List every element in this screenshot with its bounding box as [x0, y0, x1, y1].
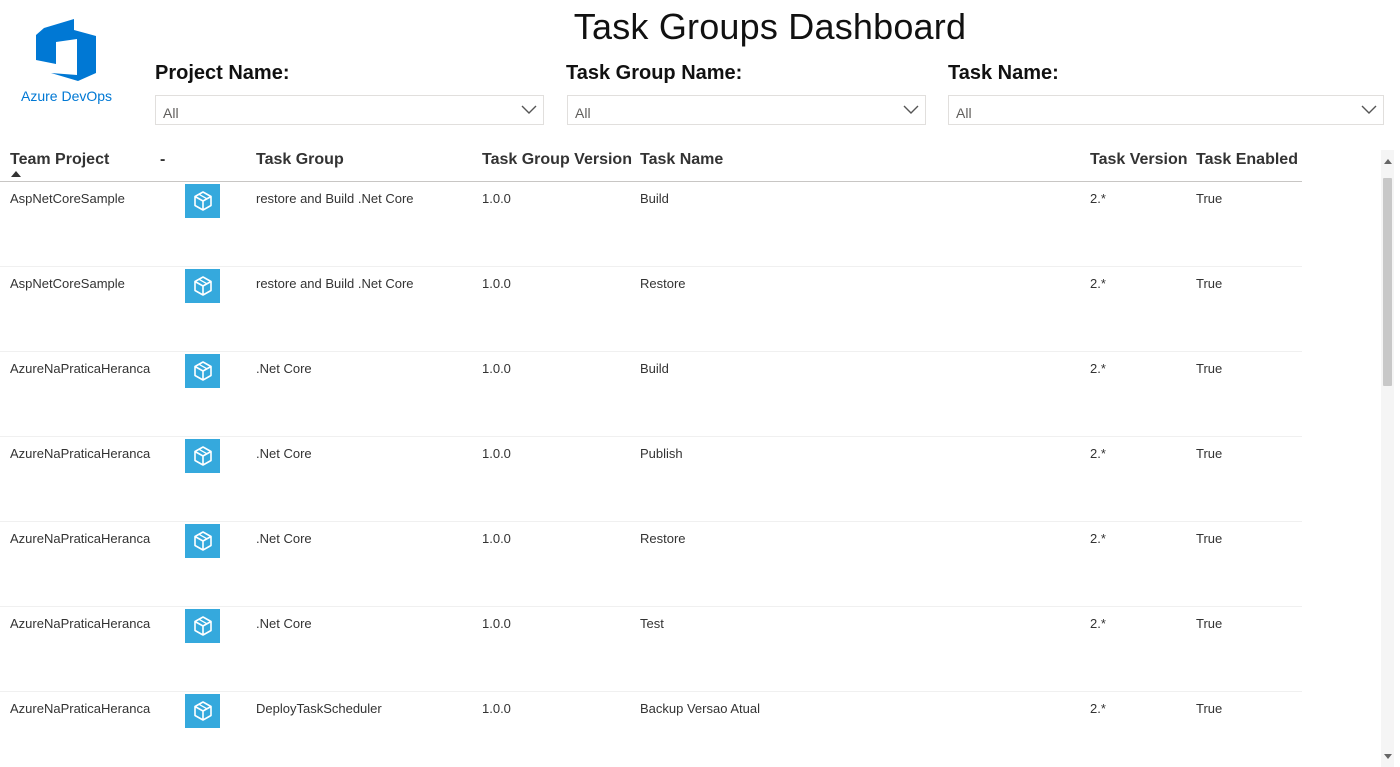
column-header-task-group-version[interactable]: Task Group Version [482, 151, 632, 169]
cell-task-version: 2.* [1090, 446, 1106, 461]
dashboard: Azure DevOps Task Groups Dashboard Proje… [0, 0, 1400, 767]
table-row[interactable]: AspNetCoreSample restore and Build .Net C… [0, 267, 1302, 352]
task-group-cube-icon [185, 694, 220, 728]
task-name-value: All [956, 105, 972, 121]
cell-task-enabled: True [1196, 701, 1223, 716]
sort-ascending-icon [11, 171, 21, 177]
column-header-task-version[interactable]: Task Version [1090, 151, 1188, 169]
task-name-label: Task Name: [948, 62, 1059, 84]
table-row[interactable]: AzureNaPraticaHeranca .Net Core 1.0.0 Resto… [0, 522, 1302, 607]
column-header-task-name[interactable]: Task Name [640, 151, 723, 169]
cell-task-group-version: 1.0.0 [482, 276, 511, 291]
project-name-label: Project Name: [155, 62, 290, 84]
task-group-name-value: All [575, 105, 591, 121]
cell-task-version: 2.* [1090, 361, 1106, 376]
cell-task-group: .Net Core [256, 616, 312, 631]
table-row[interactable]: AspNetCoreSample restore and Build .Net C… [0, 182, 1302, 267]
cell-task-name: Publish [640, 446, 683, 461]
azure-devops-logo: Azure DevOps [18, 16, 124, 108]
scroll-thumb[interactable] [1383, 178, 1392, 386]
chevron-down-icon [1361, 105, 1377, 114]
cell-team-project: AzureNaPraticaHeranca [10, 446, 151, 461]
task-group-cube-icon [185, 269, 220, 303]
column-header-task-enabled[interactable]: Task Enabled [1196, 151, 1298, 169]
scroll-up-icon[interactable] [1384, 159, 1392, 164]
cell-task-enabled: True [1196, 616, 1223, 631]
cell-task-name: Backup Versao Atual [640, 701, 760, 716]
cell-team-project: AzureNaPraticaHeranca [10, 531, 151, 546]
task-group-name-dropdown[interactable]: All [567, 95, 926, 125]
table-row[interactable]: AzureNaPraticaHeranca DeployTaskScheduler… [0, 692, 1302, 767]
cell-task-enabled: True [1196, 531, 1223, 546]
table-body: AspNetCoreSample restore and Build .Net C… [0, 182, 1302, 767]
task-group-cube-icon [185, 184, 220, 218]
cell-team-project: AzureNaPraticaHeranca [10, 616, 151, 631]
cell-task-group: .Net Core [256, 531, 312, 546]
vertical-scrollbar[interactable] [1381, 150, 1394, 767]
cell-task-name: Restore [640, 276, 686, 291]
chevron-down-icon [521, 105, 537, 114]
task-group-cube-icon [185, 609, 220, 643]
cell-task-name: Test [640, 616, 664, 631]
project-name-dropdown[interactable]: All [155, 95, 544, 125]
azure-devops-logo-icon [36, 19, 96, 81]
table-row[interactable]: AzureNaPraticaHeranca .Net Core 1.0.0 Build… [0, 352, 1302, 437]
scroll-down-icon[interactable] [1384, 754, 1392, 759]
project-name-value: All [163, 105, 179, 121]
cell-task-group-version: 1.0.0 [482, 446, 511, 461]
cell-task-version: 2.* [1090, 616, 1106, 631]
cell-team-project: AzureNaPraticaHeranca [10, 701, 151, 716]
cell-team-project: AzureNaPraticaHeranca [10, 361, 151, 376]
cell-task-group: DeployTaskScheduler [256, 701, 382, 716]
cell-team-project: AspNetCoreSample [10, 276, 125, 291]
table-row[interactable]: AzureNaPraticaHeranca .Net Core 1.0.0 Publi… [0, 437, 1302, 522]
column-header-icon[interactable]: - [160, 151, 165, 169]
task-group-cube-icon [185, 524, 220, 558]
cell-task-enabled: True [1196, 276, 1223, 291]
task-group-cube-icon [185, 439, 220, 473]
cell-task-group-version: 1.0.0 [482, 616, 511, 631]
cell-task-name: Build [640, 361, 669, 376]
table-row[interactable]: AzureNaPraticaHeranca .Net Core 1.0.0 Test 2… [0, 607, 1302, 692]
cell-task-version: 2.* [1090, 701, 1106, 716]
cell-task-group: restore and Build .Net Core [256, 276, 414, 291]
table-header: Team Project - Task Group Task Group Ver… [0, 145, 1302, 182]
cell-task-name: Build [640, 191, 669, 206]
cell-task-group: restore and Build .Net Core [256, 191, 414, 206]
task-groups-table: Team Project - Task Group Task Group Ver… [0, 145, 1302, 767]
cell-task-enabled: True [1196, 361, 1223, 376]
task-group-name-label: Task Group Name: [566, 62, 743, 84]
cell-task-group-version: 1.0.0 [482, 191, 511, 206]
column-header-task-group[interactable]: Task Group [256, 151, 344, 169]
column-header-team-project[interactable]: Team Project [10, 151, 109, 169]
cell-task-group-version: 1.0.0 [482, 531, 511, 546]
chevron-down-icon [903, 105, 919, 114]
logo-text: Azure DevOps [21, 88, 113, 104]
page-title: Task Groups Dashboard [573, 6, 967, 47]
cell-task-group: .Net Core [256, 361, 312, 376]
task-name-dropdown[interactable]: All [948, 95, 1384, 125]
cell-task-group: .Net Core [256, 446, 312, 461]
cell-task-name: Restore [640, 531, 686, 546]
cell-task-group-version: 1.0.0 [482, 361, 511, 376]
cell-team-project: AspNetCoreSample [10, 191, 125, 206]
cell-task-version: 2.* [1090, 191, 1106, 206]
cell-task-group-version: 1.0.0 [482, 701, 511, 716]
task-group-cube-icon [185, 354, 220, 388]
cell-task-enabled: True [1196, 191, 1223, 206]
cell-task-version: 2.* [1090, 531, 1106, 546]
cell-task-version: 2.* [1090, 276, 1106, 291]
cell-task-enabled: True [1196, 446, 1223, 461]
